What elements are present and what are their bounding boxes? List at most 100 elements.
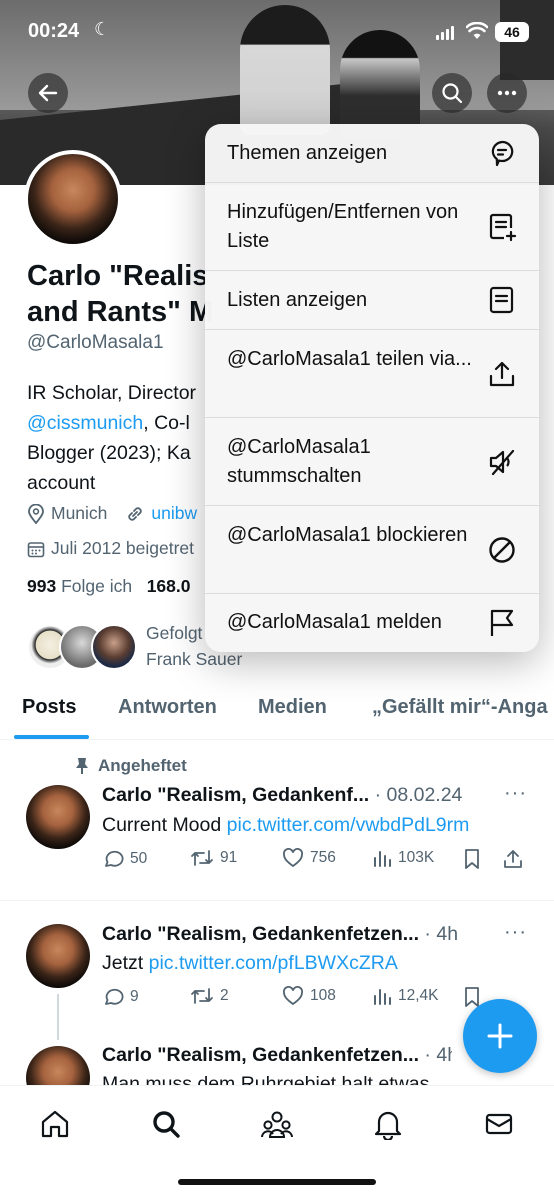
tab-posts[interactable]: Posts — [22, 696, 76, 719]
menu-item-label: @CarloMasala1 melden — [227, 611, 442, 633]
views-icon — [374, 989, 391, 1005]
following-label: Folge ich — [61, 576, 133, 596]
reply-count: 9 — [130, 988, 139, 1005]
home-icon — [41, 1110, 69, 1138]
views-button[interactable]: 103K — [372, 848, 434, 868]
following-link[interactable]: 993 Folge ich — [27, 576, 132, 596]
more-options-menu: Themen anzeigen Hinzufügen/Entfernen von… — [205, 124, 539, 652]
menu-item-add-remove-list[interactable]: Hinzufügen/Entfernen von Liste — [205, 183, 539, 271]
avatar — [91, 624, 137, 670]
post-text: Man muss dem Ruhrgebiet halt etwas — [102, 1073, 429, 1085]
follow-counts: 993 Folge ich 168.0 — [27, 576, 190, 597]
nav-explore[interactable] — [146, 1104, 186, 1144]
bio-mention-link[interactable]: @cissmunich — [27, 412, 143, 434]
location-pin-icon — [28, 503, 44, 524]
post-link[interactable]: pic.twitter.com/pfLBWXcZRA — [149, 952, 398, 974]
more-options-button[interactable] — [487, 73, 527, 113]
post-text: Current Mood pic.twitter.com/vwbdPdL9rm — [102, 814, 469, 837]
post-actions: 9 2 108 12,4K — [102, 986, 532, 1014]
repost-icon — [191, 988, 213, 1004]
post-body: Current Mood — [102, 814, 227, 836]
wifi-icon — [466, 22, 488, 39]
repost-button[interactable]: 2 — [190, 986, 229, 1006]
nav-messages[interactable] — [479, 1104, 519, 1144]
back-button[interactable] — [28, 73, 68, 113]
post-avatar[interactable] — [26, 924, 90, 988]
reply-count: 50 — [130, 850, 148, 867]
nav-notifications[interactable] — [368, 1104, 408, 1144]
lists-icon — [489, 286, 514, 314]
post-body: Jetzt — [102, 952, 149, 974]
views-button[interactable]: 12,4K — [372, 986, 439, 1006]
menu-item-mute[interactable]: @CarloMasala1 stummschalten — [205, 418, 539, 506]
menu-item-share-via[interactable]: @CarloMasala1 teilen via... — [205, 330, 539, 418]
post-link[interactable]: pic.twitter.com/vwbdPdL9rm — [227, 814, 470, 836]
like-button[interactable]: 108 — [282, 986, 336, 1006]
like-count: 108 — [310, 987, 336, 1004]
menu-item-label: @CarloMasala1 stummschalten — [227, 436, 371, 487]
tab-likes[interactable]: „Gefällt mir“-Anga — [372, 696, 548, 719]
arrow-left-icon — [38, 84, 58, 102]
status-bar: 00:24 ☾ 46 — [0, 0, 554, 60]
share-icon[interactable] — [502, 848, 524, 870]
tab-media[interactable]: Medien — [258, 696, 327, 719]
heart-icon — [283, 986, 303, 1006]
mail-icon — [485, 1113, 513, 1135]
followers-count[interactable]: 168.0 — [147, 576, 191, 596]
profile-handle: @CarloMasala1 — [27, 332, 164, 353]
bio-text: , Co-l — [143, 412, 190, 434]
post-more-button[interactable]: ··· — [504, 921, 527, 944]
signal-icon — [436, 26, 456, 40]
menu-item-block[interactable]: @CarloMasala1 blockieren — [205, 506, 539, 594]
menu-item-report[interactable]: @CarloMasala1 melden — [205, 594, 539, 652]
block-icon — [489, 537, 515, 563]
like-button[interactable]: 756 — [282, 848, 336, 868]
views-count: 12,4K — [398, 987, 439, 1004]
pin-icon — [76, 758, 88, 774]
profile-joined: Juli 2012 beigetret — [51, 538, 195, 558]
mute-icon — [489, 449, 515, 476]
post-date: · 4h — [424, 1044, 452, 1066]
profile-avatar[interactable] — [24, 150, 122, 248]
status-time: 00:24 — [28, 20, 80, 42]
menu-item-show-lists[interactable]: Listen anzeigen — [205, 271, 539, 330]
nav-home[interactable] — [35, 1104, 75, 1144]
menu-item-show-topics[interactable]: Themen anzeigen — [205, 124, 539, 183]
compose-post-button[interactable] — [463, 999, 537, 1073]
repost-icon — [191, 850, 213, 866]
nav-communities[interactable] — [257, 1104, 297, 1144]
post-actions: 50 91 756 103K — [102, 848, 532, 876]
reply-button[interactable]: 9 — [102, 986, 139, 1008]
post-author[interactable]: Carlo "Realism, Gedankenfetzen... — [102, 1044, 419, 1066]
post-avatar[interactable] — [26, 785, 90, 849]
repost-count: 91 — [220, 849, 238, 866]
post-author[interactable]: Carlo "Realism, Gedankenf... — [102, 784, 369, 806]
followed-by-avatars[interactable] — [27, 624, 137, 672]
pinned-text: Angeheftet — [98, 756, 187, 775]
flag-icon — [490, 609, 514, 636]
thread-connector — [57, 994, 59, 1040]
bookmark-icon[interactable] — [463, 848, 481, 870]
more-dots-icon — [497, 90, 517, 96]
post-header: Carlo "Realism, Gedankenfetzen... · 4h — [102, 923, 502, 946]
repost-count: 2 — [220, 987, 229, 1004]
profile-joined-row: Juli 2012 beigetret — [27, 538, 194, 559]
list-add-icon — [489, 213, 517, 242]
following-count: 993 — [27, 576, 57, 596]
menu-item-label: Themen anzeigen — [227, 142, 388, 164]
post-author[interactable]: Carlo "Realism, Gedankenfetzen... — [102, 923, 419, 945]
repost-button[interactable]: 91 — [190, 848, 237, 868]
profile-website-link[interactable]: unibw — [151, 503, 197, 524]
moon-icon: ☾ — [94, 19, 111, 39]
tab-replies[interactable]: Antworten — [118, 696, 217, 719]
reply-button[interactable]: 50 — [102, 848, 147, 870]
home-indicator — [178, 1179, 376, 1185]
post-divider — [0, 900, 554, 901]
link-icon — [128, 506, 143, 521]
post-date: · 08.02.24 — [369, 784, 463, 806]
search-button[interactable] — [432, 73, 472, 113]
reply-icon — [105, 850, 124, 867]
battery-icon: 46 — [495, 22, 529, 42]
menu-item-label: @CarloMasala1 teilen via... — [227, 348, 472, 370]
post-more-button[interactable]: ··· — [504, 782, 527, 805]
